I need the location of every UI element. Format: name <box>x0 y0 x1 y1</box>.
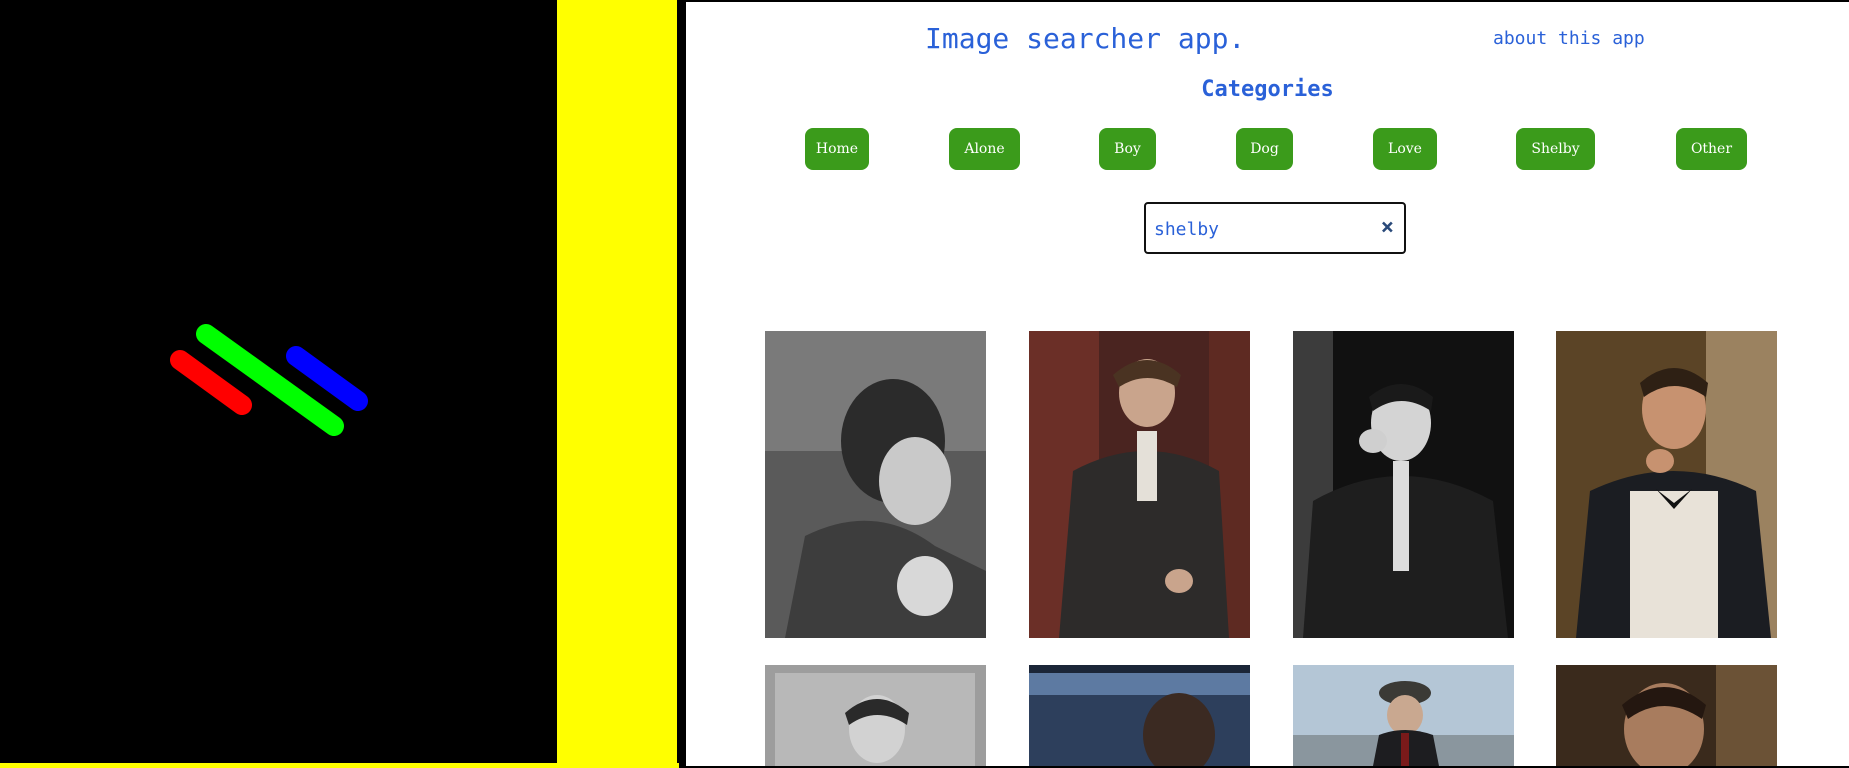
image-thumbnail[interactable] <box>1556 665 1777 766</box>
image-thumbnail[interactable] <box>765 665 986 766</box>
category-button-love[interactable]: Love <box>1373 128 1437 170</box>
yellow-strip <box>557 0 679 768</box>
close-icon[interactable]: × <box>1381 215 1394 241</box>
image-thumbnail[interactable] <box>765 331 986 638</box>
image-thumbnail[interactable] <box>1029 665 1250 766</box>
app-title: Image searcher app. <box>925 22 1246 55</box>
image-thumbnail[interactable] <box>1293 665 1514 766</box>
image-thumbnail[interactable] <box>1029 331 1250 638</box>
image-thumbnail[interactable] <box>1556 331 1777 638</box>
category-button-home[interactable]: Home <box>805 128 869 170</box>
category-button-dog[interactable]: Dog <box>1236 128 1293 170</box>
logo-stripes-icon <box>170 324 368 436</box>
search-input[interactable] <box>1152 214 1356 244</box>
category-button-shelby[interactable]: Shelby <box>1516 128 1595 170</box>
categories-heading: Categories <box>1201 77 1334 102</box>
image-searcher-app: Image searcher app. about this app Categ… <box>686 2 1849 766</box>
image-thumbnail[interactable] <box>1293 331 1514 638</box>
left-pane <box>0 0 557 768</box>
category-button-other[interactable]: Other <box>1676 128 1747 170</box>
category-button-boy[interactable]: Boy <box>1099 128 1156 170</box>
about-link[interactable]: about this app <box>1493 28 1645 49</box>
yellow-bottom-line <box>0 763 679 768</box>
search-box: × <box>1144 202 1406 254</box>
category-button-alone[interactable]: Alone <box>949 128 1020 170</box>
